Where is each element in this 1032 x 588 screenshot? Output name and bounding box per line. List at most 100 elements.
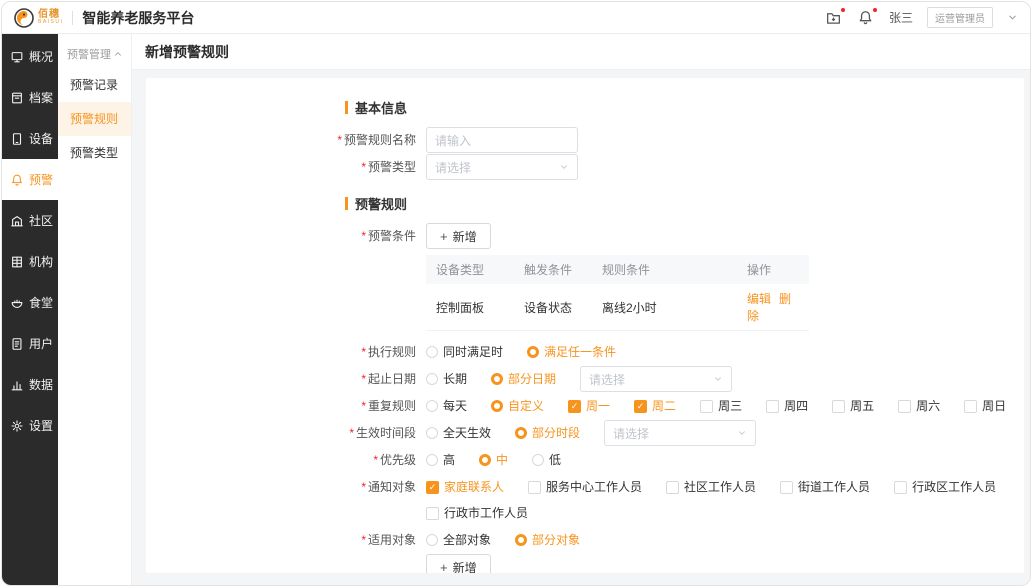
form-row: *预警规则名称请输入 [146,127,1024,153]
edit-link[interactable]: 编辑 [747,292,771,306]
checkbox-label: 周二 [652,393,676,419]
submenu-item-rules[interactable]: 预警规则 [58,102,131,136]
sidebar-item-org[interactable]: 机构 [2,241,58,282]
checkbox-option[interactable]: 街道工作人员 [780,474,870,500]
plus-icon: + [440,229,448,244]
section-title-text: 基本信息 [355,98,407,117]
form-card: 基本信息*预警规则名称请输入*预警类型请选择预警规则*预警条件+新增设备类型触发… [146,78,1024,573]
checkbox-option[interactable]: 周四 [766,393,808,419]
page-title: 新增预警规则 [132,34,1030,70]
radio-option[interactable]: 低 [532,447,561,473]
checkbox-icon [780,481,793,494]
checkbox-option[interactable]: ✓ 家庭联系人 [426,474,504,500]
radio-label: 高 [443,447,455,473]
required-asterisk: * [361,345,366,359]
checkbox-option[interactable]: 周五 [832,393,874,419]
radio-option[interactable]: 部分时段 [515,420,580,446]
add-condition-button[interactable]: +新增 [426,223,491,249]
bell-icon [10,173,24,187]
field-label-text: 预警类型 [368,160,416,174]
table-cell: 控制面板 [426,284,514,331]
select-placeholder: 请选择 [589,371,625,388]
sidebar-item-overview[interactable]: 概况 [2,36,58,77]
checkbox-label: 周六 [916,393,940,419]
table-header-cell: 设备类型 [426,255,514,284]
field-label: *通知对象 [146,474,426,500]
checkbox-icon [964,400,977,413]
primary-sidebar: 概况档案设备预警社区机构食堂用户数据设置 [2,34,58,585]
required-asterisk: * [373,453,378,467]
radio-option[interactable]: 全天生效 [426,420,491,446]
radio-option[interactable]: 长期 [426,366,467,392]
form-row: *生效时间段全天生效部分时段请选择 [146,420,1024,446]
form-row: *通知对象✓ 家庭联系人服务中心工作人员社区工作人员街道工作人员 行政区工作人员行政… [146,474,1024,526]
checkbox-label: 周五 [850,393,874,419]
input-placeholder: 请输入 [435,132,471,149]
required-asterisk: * [349,426,354,440]
radio-option[interactable]: 全部对象 [426,527,491,553]
sidebar-item-archives[interactable]: 档案 [2,77,58,118]
field-label-text: 适用对象 [368,533,416,547]
radio-label: 全部对象 [443,527,491,553]
radio-option[interactable]: 部分对象 [515,527,580,553]
checkbox-label: 周四 [784,393,808,419]
org-icon [10,255,24,269]
sidebar-item-devices[interactable]: 设备 [2,118,58,159]
checkbox-label: 家庭联系人 [444,474,504,500]
notifications-bell-icon[interactable] [857,9,875,27]
sidebar-item-settings[interactable]: 设置 [2,405,58,446]
rule-type-select[interactable]: 请选择 [426,154,578,180]
checkbox-option[interactable]: 周六 [898,393,940,419]
radio-option[interactable]: 中 [479,447,508,473]
chevron-down-icon[interactable] [1007,12,1018,23]
checkbox-option[interactable]: 行政市工作人员 [426,500,528,526]
role-badge: 运营管理员 [927,7,993,28]
sidebar-item-data[interactable]: 数据 [2,364,58,405]
topbar-right: 张三 运营管理员 [825,7,1018,28]
platform-title: 智能养老服务平台 [82,8,194,28]
user-name[interactable]: 张三 [889,9,913,26]
checkbox-option[interactable]: 行政区工作人员 [894,474,996,500]
field-label-text: 起止日期 [368,372,416,386]
row-controls: 长期部分日期 请选择 [426,366,732,392]
checkbox-option[interactable]: ✓周一 [568,393,610,419]
form-row: *重复规则每天自定义✓周一✓周二周三周四周五周六周日 [146,393,1024,419]
required-asterisk: * [361,533,366,547]
sidebar-item-users[interactable]: 用户 [2,323,58,364]
radio-option[interactable]: 满足任一条件 [527,339,616,365]
section-title-text: 预警规则 [355,194,407,213]
radio-dot [426,346,438,358]
date-range-select[interactable]: 请选择 [580,366,732,392]
radio-option[interactable]: 部分日期 [491,366,556,392]
sidebar-item-label: 数据 [29,376,53,393]
checkbox-icon: ✓ [426,481,439,494]
sidebar-item-label: 概况 [29,48,53,65]
checkbox-option[interactable]: 周日 [964,393,1006,419]
submenu-group-warning-management[interactable]: 预警管理 [58,40,131,68]
checkbox-label: 行政区工作人员 [912,474,996,500]
field-label: *执行规则 [146,339,426,365]
radio-option[interactable]: 高 [426,447,455,473]
sidebar-item-community[interactable]: 社区 [2,200,58,241]
form-row: 设备类型触发条件规则条件操作控制面板设备状态离线2小时编辑删除 [146,250,1024,338]
checkbox-option[interactable]: ✓周二 [634,393,676,419]
required-asterisk: * [361,160,366,174]
checkbox-option[interactable]: 社区工作人员 [666,474,756,500]
time-period-select[interactable]: 请选择 [604,420,756,446]
add-target-button[interactable]: +新增 [426,554,491,573]
radio-label: 同时满足时 [443,339,503,365]
rule-name-input[interactable]: 请输入 [426,127,578,153]
radio-option[interactable]: 同时满足时 [426,339,503,365]
workorder-folder-icon[interactable] [825,9,843,27]
radio-option[interactable]: 每天 [426,393,467,419]
checkbox-option[interactable]: 周三 [700,393,742,419]
submenu-item-records[interactable]: 预警记录 [58,68,131,102]
submenu-item-types[interactable]: 预警类型 [58,136,131,170]
radio-option[interactable]: 自定义 [491,393,544,419]
rule-form: 基本信息*预警规则名称请输入*预警类型请选择预警规则*预警条件+新增设备类型触发… [146,98,1024,573]
checkbox-option[interactable]: 服务中心工作人员 [528,474,642,500]
sidebar-item-warning[interactable]: 预警 [2,159,58,200]
field-label: *预警条件 [146,223,426,249]
sidebar-item-canteen[interactable]: 食堂 [2,282,58,323]
section-title-bar [345,101,348,114]
